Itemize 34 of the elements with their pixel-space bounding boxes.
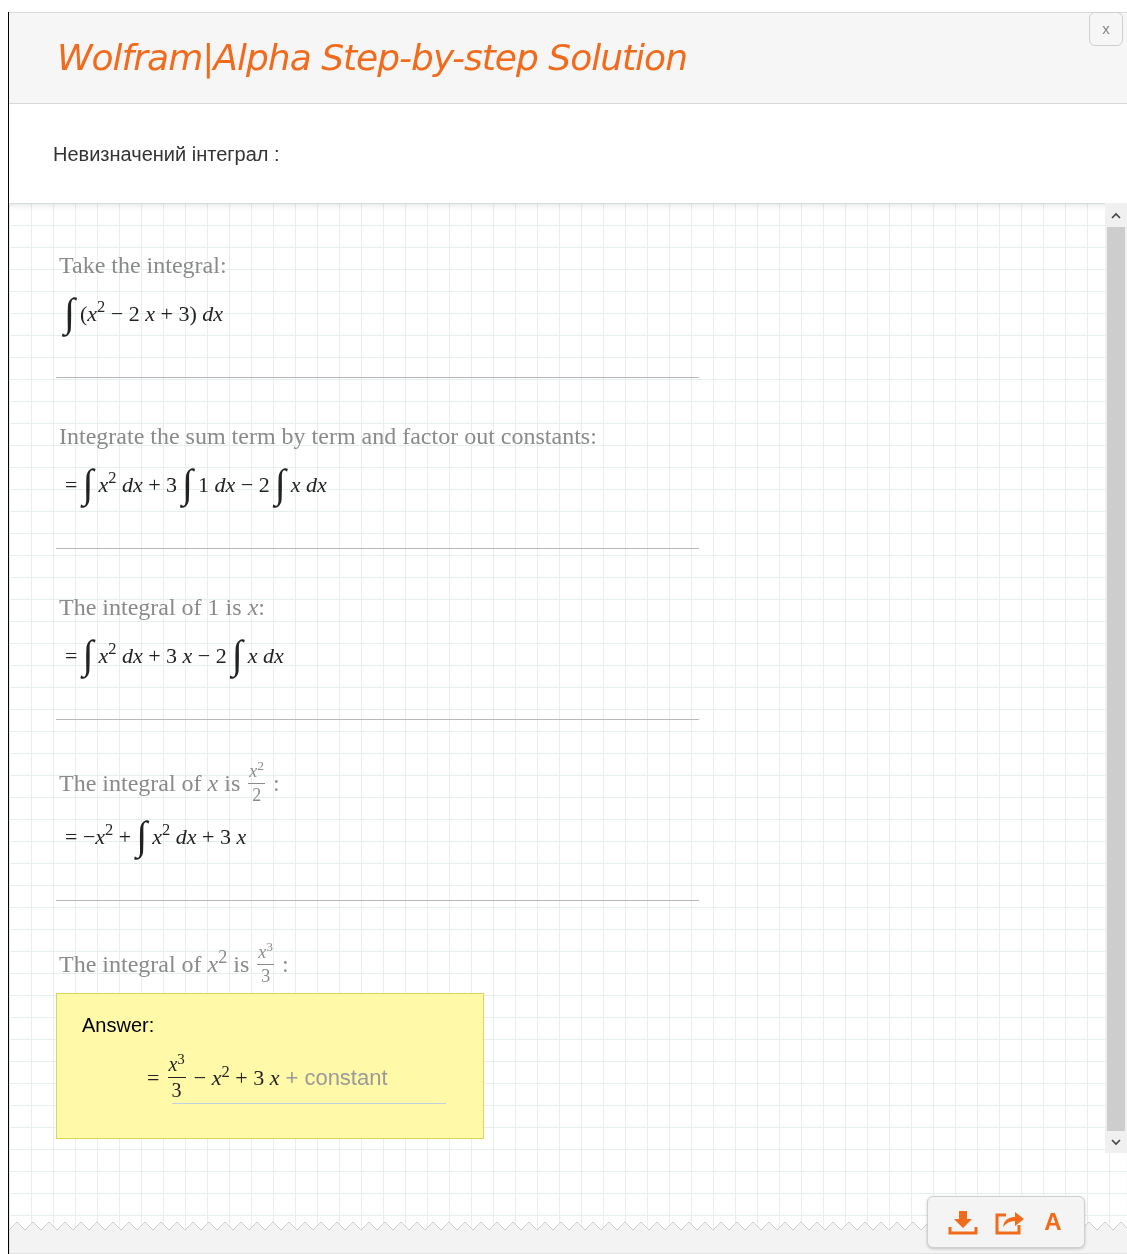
math-text: − x$^{2}$ + 3 x xyxy=(193,1061,280,1092)
math-text: = xyxy=(65,470,78,499)
step-text: The integral of x is xyxy=(59,769,241,798)
denominator: 3 xyxy=(167,1077,186,1103)
close-button[interactable]: x xyxy=(1089,12,1123,46)
math-text: x$^{2}$ dx + 3 xyxy=(98,467,178,499)
step-text: : xyxy=(273,769,280,798)
step-text: The integral of x$^{2}$ is xyxy=(59,946,250,979)
scroll-down-icon[interactable] xyxy=(1110,1137,1122,1147)
constant-text: + constant xyxy=(285,1064,388,1092)
math-text: = xyxy=(65,641,78,670)
dialog-title: Wolfram|Alpha Step-by-step Solution xyxy=(57,36,687,81)
step-text: : xyxy=(282,950,289,979)
font-button[interactable]: A xyxy=(1042,1204,1064,1240)
numerator: x$^{3}$ xyxy=(257,941,275,964)
math-text: x dx xyxy=(290,470,327,499)
math-text: 1 dx − 2 xyxy=(198,470,270,499)
math-text: = −x$^{2}$ + xyxy=(65,819,132,851)
step-text: Take the integral: xyxy=(59,251,227,280)
math-text: x dx xyxy=(247,641,284,670)
answer-label: Answer: xyxy=(82,1013,156,1038)
denominator: 3 xyxy=(257,963,275,987)
math-text: x$^{2}$ dx + 3 x − 2 xyxy=(98,638,227,670)
download-icon[interactable] xyxy=(948,1209,979,1235)
math-text: x$^{2}$ dx + 3 x xyxy=(152,819,247,851)
step-text: Integrate the sum term by term and factor out constants: xyxy=(59,422,597,451)
numerator: x$^{3}$ xyxy=(167,1052,186,1077)
math-text: = xyxy=(147,1064,160,1092)
scroll-up-icon[interactable] xyxy=(1110,211,1122,221)
math-text: (x$^{2}$ − 2 x + 3) dx xyxy=(79,296,223,328)
numerator: x$^{2}$ xyxy=(248,760,266,783)
denominator: 2 xyxy=(248,782,266,806)
subtitle: Невизначений інтеграл : xyxy=(53,141,280,167)
step-text: The integral of 1 is x: xyxy=(59,593,265,622)
